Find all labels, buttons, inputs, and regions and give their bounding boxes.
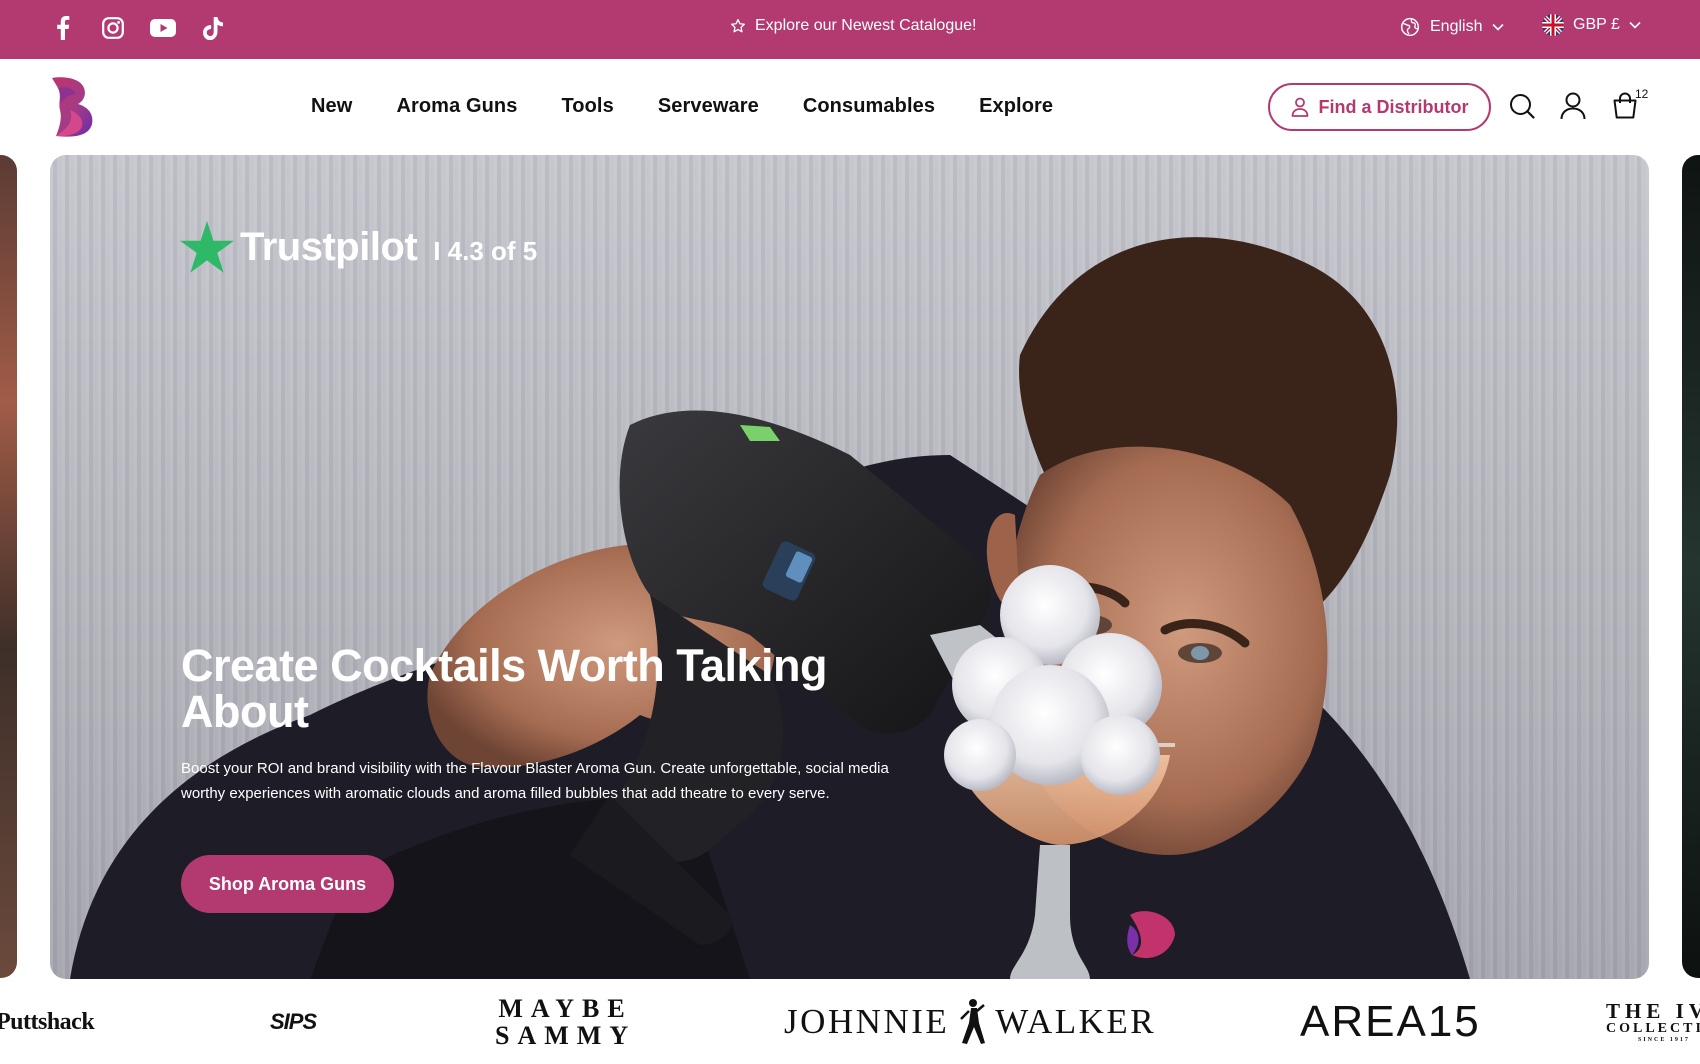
nav-item-explore[interactable]: Explore [979, 95, 1053, 118]
announcement-bar: Explore our Newest Catalogue! English GB… [0, 0, 1700, 59]
hero-slide: Trustpilot I 4.3 of 5 Create Cocktails W… [50, 155, 1649, 979]
chevron-down-icon [1629, 21, 1641, 29]
nav-item-tools[interactable]: Tools [561, 95, 613, 118]
brand-puttshack-logo: Puttshack [0, 1008, 95, 1035]
account-icon[interactable] [1558, 91, 1588, 121]
hero-description: Boost your ROI and brand visibility with… [181, 760, 889, 802]
find-distributor-label: Find a Distributor [1318, 96, 1469, 117]
johnnie-word: JOHNNIE [784, 1002, 950, 1041]
announcement-link[interactable]: Explore our Newest Catalogue! [730, 17, 976, 35]
trustpilot-star-icon [180, 221, 234, 273]
brand-logo-strip: Puttshack SIPS MAYBE SAMMY JOHNNIE WALKE… [0, 980, 1700, 1064]
trustpilot-rating[interactable]: Trustpilot I 4.3 of 5 [180, 221, 537, 273]
maybe-line: MAYBE [498, 994, 633, 1023]
instagram-icon[interactable] [100, 14, 126, 42]
walker-word: WALKER [995, 1002, 1157, 1041]
ivy-line-3: SINCE 1917 [1638, 1037, 1690, 1043]
trustpilot-name: Trustpilot [240, 224, 418, 269]
shop-aroma-guns-button[interactable]: Shop Aroma Guns [181, 855, 394, 913]
sammy-line: SAMMY [495, 1021, 637, 1050]
ivy-line-1: THE IVY [1606, 999, 1700, 1023]
hero-title: Create Cocktails Worth Talking About [181, 640, 827, 737]
next-slide-peek[interactable] [1682, 155, 1700, 978]
social-links [50, 14, 226, 42]
brand-johnnie-walker-logo: JOHNNIE WALKER [784, 980, 1156, 1064]
brand-maybe-sammy-logo: MAYBE SAMMY [495, 980, 636, 1064]
facebook-icon[interactable] [50, 14, 76, 42]
uk-flag-icon [1542, 14, 1564, 36]
search-icon[interactable] [1507, 91, 1537, 121]
globe-icon [1400, 17, 1420, 37]
youtube-icon[interactable] [150, 14, 176, 42]
chevron-down-icon [1492, 23, 1505, 31]
brand-the-ivy-logo: THE IVY COLLECTION SINCE 1917 [1606, 980, 1700, 1064]
brand-area15-logo: AREA15 [1300, 997, 1481, 1046]
currency-selector[interactable]: GBP £ [1542, 14, 1641, 36]
trustpilot-score: I 4.3 of 5 [433, 235, 538, 266]
currency-label: GBP £ [1573, 16, 1620, 33]
striding-man-icon [960, 999, 986, 1044]
nav-item-consumables[interactable]: Consumables [803, 95, 935, 118]
user-pin-icon [1291, 97, 1308, 117]
find-distributor-button[interactable]: Find a Distributor [1268, 83, 1491, 131]
nav-item-new[interactable]: New [311, 95, 352, 118]
language-label: English [1430, 18, 1483, 35]
ivy-line-2: COLLECTION [1606, 1021, 1700, 1036]
brand-sips-logo: SIPS [270, 1009, 317, 1034]
language-selector[interactable]: English [1400, 17, 1505, 37]
star-icon [731, 19, 745, 33]
previous-slide-peek[interactable] [0, 155, 17, 978]
main-nav: New Aroma Guns Tools Serveware Consumabl… [311, 95, 1053, 118]
cart-count-badge: 12 [1635, 87, 1649, 101]
announcement-text: Explore our Newest Catalogue! [755, 17, 977, 34]
nav-item-aroma-guns[interactable]: Aroma Guns [396, 95, 517, 118]
brand-logo[interactable] [50, 76, 96, 138]
nav-item-serveware[interactable]: Serveware [658, 95, 759, 118]
tiktok-icon[interactable] [200, 14, 226, 42]
site-header: New Aroma Guns Tools Serveware Consumabl… [0, 59, 1700, 154]
